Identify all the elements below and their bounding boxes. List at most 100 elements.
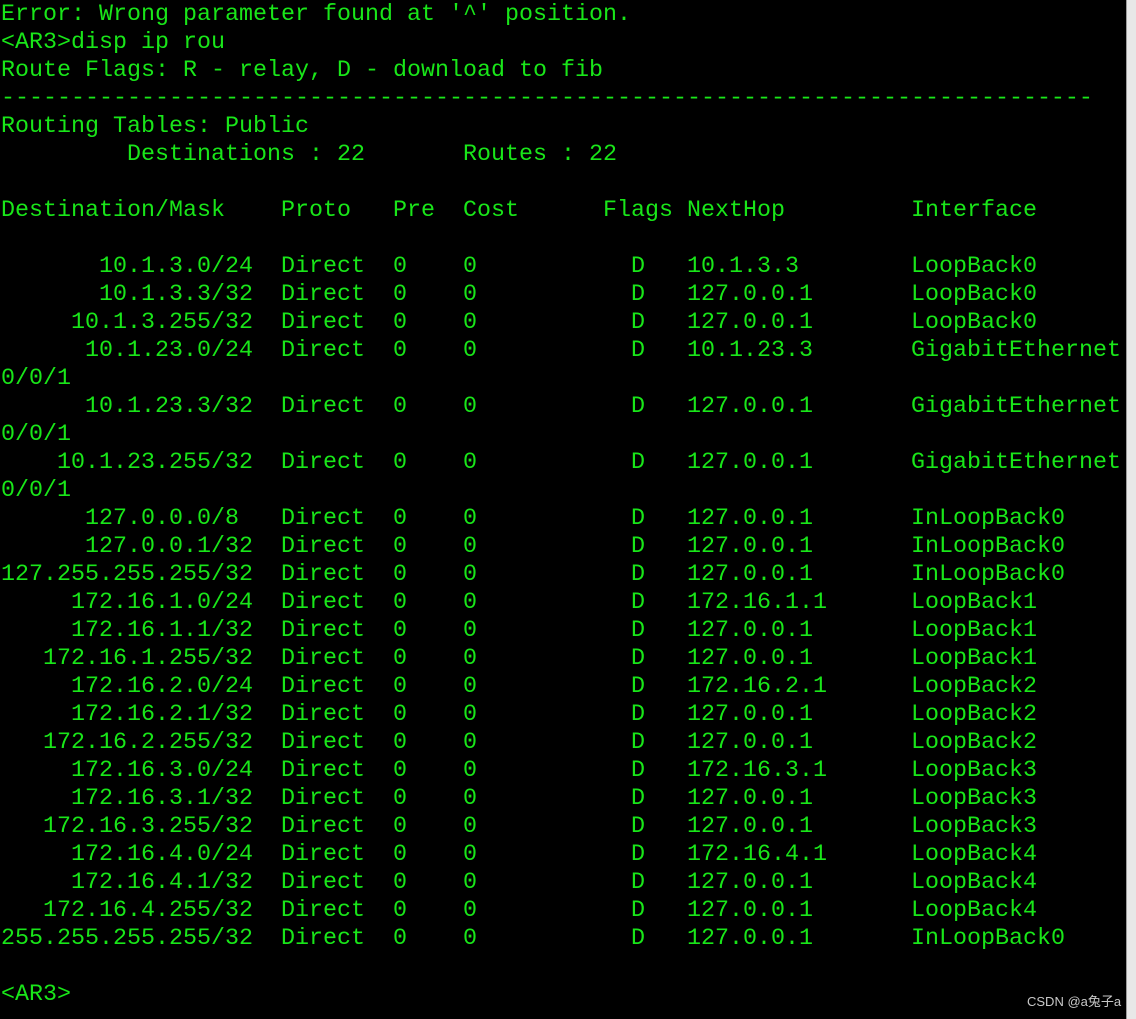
current-prompt-line[interactable]: <AR3> — [1, 981, 1124, 1009]
route-protocol: Direct — [281, 730, 365, 756]
table-row: 127.0.0.1/32 Direct 0 0 D 127.0.0.1 InLo… — [1, 533, 1124, 561]
route-destination: 172.16.2.0/24 — [71, 674, 253, 700]
route-protocol: Direct — [281, 814, 365, 840]
table-row: 172.16.1.0/24 Direct 0 0 D 172.16.1.1 Lo… — [1, 589, 1124, 617]
route-flags: D — [631, 590, 645, 616]
route-flags: D — [631, 506, 645, 532]
route-flags: D — [631, 842, 645, 868]
column-header-next-hop: NextHop — [687, 198, 785, 224]
route-next-hop: 127.0.0.1 — [687, 310, 813, 336]
route-protocol: Direct — [281, 702, 365, 728]
route-preference: 0 — [393, 646, 407, 672]
table-row: 172.16.3.255/32 Direct 0 0 D 127.0.0.1 L… — [1, 813, 1124, 841]
route-interface: LoopBack1 — [911, 618, 1037, 644]
routing-table: Destination/Mask Proto Pre Cost Flags Ne… — [1, 197, 1124, 953]
route-protocol: Direct — [281, 842, 365, 868]
route-cost: 0 — [463, 562, 477, 588]
route-interface: LoopBack0 — [911, 310, 1037, 336]
terminal-output[interactable]: Error: Wrong parameter found at '^' posi… — [1, 1, 1124, 1009]
route-destination: 127.0.0.1/32 — [85, 534, 253, 560]
table-row: 10.1.23.3/32 Direct 0 0 D 127.0.0.1 Giga… — [1, 393, 1124, 449]
table-row: 127.255.255.255/32 Direct 0 0 D 127.0.0.… — [1, 561, 1124, 589]
table-row: 172.16.4.255/32 Direct 0 0 D 127.0.0.1 L… — [1, 897, 1124, 925]
route-protocol: Direct — [281, 646, 365, 672]
route-interface: LoopBack4 — [911, 898, 1037, 924]
table-row: 172.16.4.0/24 Direct 0 0 D 172.16.4.1 Lo… — [1, 841, 1124, 869]
route-destination: 172.16.2.255/32 — [43, 730, 253, 756]
route-next-hop: 127.0.0.1 — [687, 730, 813, 756]
route-flags: D — [631, 338, 645, 364]
route-preference: 0 — [393, 702, 407, 728]
route-cost: 0 — [463, 282, 477, 308]
route-cost: 0 — [463, 842, 477, 868]
table-row: 172.16.3.1/32 Direct 0 0 D 127.0.0.1 Loo… — [1, 785, 1124, 813]
route-next-hop: 127.0.0.1 — [687, 562, 813, 588]
route-preference: 0 — [393, 590, 407, 616]
route-flags: D — [631, 702, 645, 728]
command-text: disp ip rou — [71, 30, 225, 56]
route-preference: 0 — [393, 926, 407, 952]
route-flags: D — [631, 898, 645, 924]
route-protocol: Direct — [281, 394, 365, 420]
table-row: 172.16.3.0/24 Direct 0 0 D 172.16.3.1 Lo… — [1, 757, 1124, 785]
route-preference: 0 — [393, 506, 407, 532]
column-header-flags: Flags — [603, 198, 673, 224]
route-flags: D — [631, 254, 645, 280]
route-preference: 0 — [393, 254, 407, 280]
route-interface: LoopBack3 — [911, 758, 1037, 784]
route-protocol: Direct — [281, 590, 365, 616]
route-next-hop: 127.0.0.1 — [687, 394, 813, 420]
route-preference: 0 — [393, 814, 407, 840]
route-next-hop: 127.0.0.1 — [687, 898, 813, 924]
route-interface: LoopBack1 — [911, 646, 1037, 672]
route-destination: 10.1.23.255/32 — [57, 450, 253, 476]
route-preference: 0 — [393, 786, 407, 812]
table-row: 172.16.2.0/24 Direct 0 0 D 172.16.2.1 Lo… — [1, 673, 1124, 701]
route-cost: 0 — [463, 254, 477, 280]
route-flags: D — [631, 926, 645, 952]
route-preference: 0 — [393, 730, 407, 756]
route-next-hop: 127.0.0.1 — [687, 646, 813, 672]
route-flags: D — [631, 730, 645, 756]
route-next-hop: 10.1.23.3 — [687, 338, 813, 364]
route-preference: 0 — [393, 450, 407, 476]
route-preference: 0 — [393, 534, 407, 560]
watermark: CSDN @a兔子a — [1027, 994, 1122, 1009]
route-preference: 0 — [393, 842, 407, 868]
route-next-hop: 127.0.0.1 — [687, 870, 813, 896]
table-row: 10.1.23.255/32 Direct 0 0 D 127.0.0.1 Gi… — [1, 449, 1124, 505]
routes-count: Routes : 22 — [462, 142, 617, 168]
destinations-count: Destinations : 22 — [126, 142, 365, 168]
window-border — [1126, 0, 1136, 1019]
table-row: 127.0.0.0/8 Direct 0 0 D 127.0.0.1 InLoo… — [1, 505, 1124, 533]
route-next-hop: 127.0.0.1 — [687, 926, 813, 952]
route-interface: InLoopBack0 — [911, 534, 1065, 560]
route-cost: 0 — [463, 450, 477, 476]
route-protocol: Direct — [281, 450, 365, 476]
route-next-hop: 127.0.0.1 — [687, 506, 813, 532]
route-cost: 0 — [463, 646, 477, 672]
route-cost: 0 — [463, 338, 477, 364]
route-cost: 0 — [463, 814, 477, 840]
route-interface: LoopBack2 — [911, 730, 1037, 756]
route-protocol: Direct — [281, 758, 365, 784]
error-message: Error: Wrong parameter found at '^' posi… — [1, 2, 631, 28]
route-flags: D — [631, 646, 645, 672]
prompt: <AR3> — [1, 30, 71, 56]
route-cost: 0 — [463, 506, 477, 532]
route-protocol: Direct — [281, 562, 365, 588]
column-header-protocol: Proto — [281, 198, 351, 224]
route-flags: D — [631, 814, 645, 840]
route-next-hop: 127.0.0.1 — [687, 450, 813, 476]
route-next-hop: 127.0.0.1 — [687, 786, 813, 812]
route-flags: D — [631, 310, 645, 336]
column-header-destination: Destination/Mask — [1, 198, 225, 224]
route-flags: D — [631, 450, 645, 476]
route-interface: LoopBack1 — [911, 590, 1037, 616]
separator: ----------------------------------------… — [1, 86, 1093, 112]
route-next-hop: 127.0.0.1 — [687, 534, 813, 560]
route-interface: LoopBack0 — [911, 282, 1037, 308]
route-protocol: Direct — [281, 870, 365, 896]
